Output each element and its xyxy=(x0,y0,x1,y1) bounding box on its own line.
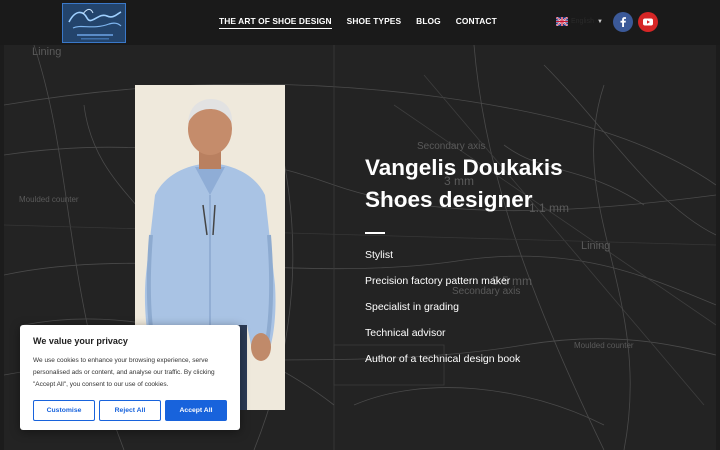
designer-info: Vangelis Doukakis Shoes designer Stylist… xyxy=(365,152,563,372)
reject-all-button[interactable]: Reject All xyxy=(99,400,161,421)
cookie-buttons: Customise Reject All Accept All xyxy=(33,400,227,421)
accept-all-button[interactable]: Accept All xyxy=(165,400,227,421)
designer-name: Vangelis Doukakis xyxy=(365,155,563,180)
cookie-consent-banner: We value your privacy We use cookies to … xyxy=(20,325,240,430)
page: THE ART OF SHOE DESIGN SHOE TYPES BLOG C… xyxy=(0,0,720,450)
role-item: Author of a technical design book xyxy=(365,352,521,365)
site-logo[interactable] xyxy=(62,3,126,43)
language-selector[interactable]: English ▼ xyxy=(556,17,603,26)
nav-item-art-of-shoe-design[interactable]: THE ART OF SHOE DESIGN xyxy=(219,16,332,29)
language-label: English xyxy=(571,18,594,25)
chevron-down-icon: ▼ xyxy=(596,18,603,25)
designer-title: Shoes designer xyxy=(365,187,533,212)
bg-label: Lining xyxy=(581,240,610,252)
facebook-button[interactable] xyxy=(613,12,633,32)
role-item: Precision factory pattern maker xyxy=(365,274,511,287)
role-item: Stylist xyxy=(365,248,394,261)
bg-label: Secondary axis xyxy=(417,141,485,152)
bg-label: Moulded counter xyxy=(574,341,634,350)
bg-label: Moulded counter xyxy=(19,195,79,204)
customise-button[interactable]: Customise xyxy=(33,400,95,421)
nav-item-shoe-types[interactable]: SHOE TYPES xyxy=(347,16,402,29)
cookie-description: We use cookies to enhance your browsing … xyxy=(33,357,215,388)
facebook-icon xyxy=(620,17,626,27)
nav-item-contact[interactable]: CONTACT xyxy=(456,16,497,29)
role-item: Specialist in grading xyxy=(365,300,459,313)
bg-label: Lining xyxy=(32,46,61,58)
youtube-icon xyxy=(643,18,653,26)
nav-item-blog[interactable]: BLOG xyxy=(416,16,441,29)
divider xyxy=(365,232,385,234)
uk-flag-icon xyxy=(556,17,568,26)
youtube-button[interactable] xyxy=(638,12,658,32)
site-header: THE ART OF SHOE DESIGN SHOE TYPES BLOG C… xyxy=(0,0,720,45)
role-item: Technical advisor xyxy=(365,326,446,339)
cookie-title: We value your privacy xyxy=(33,336,128,346)
main-nav: THE ART OF SHOE DESIGN SHOE TYPES BLOG C… xyxy=(219,16,497,29)
